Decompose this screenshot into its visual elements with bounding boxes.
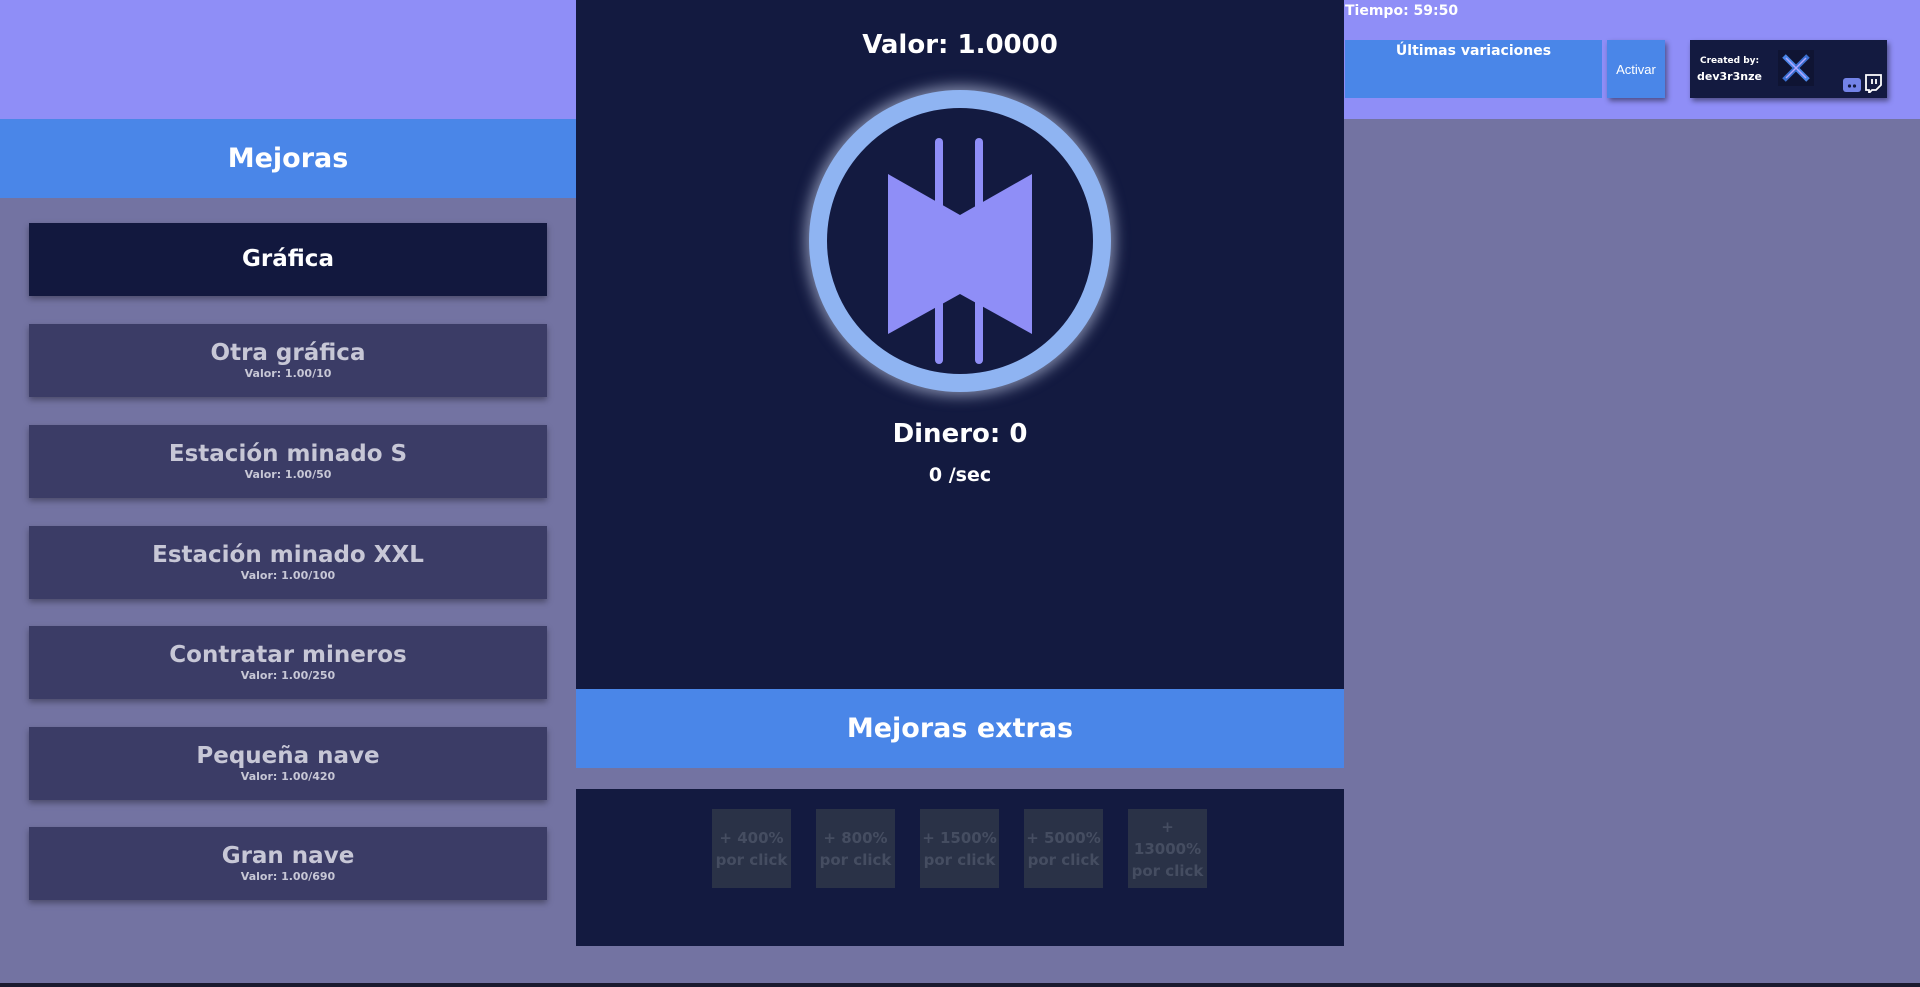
upgrades-header: Mejoras <box>0 119 576 198</box>
upgrade-name: Gran nave <box>221 843 355 869</box>
upgrade-contratar-mineros[interactable]: Contratar mineros Valor: 1.00/250 <box>29 626 547 699</box>
extra-upgrade-unit: por click <box>819 850 892 869</box>
extra-upgrade-unit: por click <box>923 850 996 869</box>
extra-upgrade-button[interactable]: + 5000% por click <box>1024 809 1103 888</box>
extra-upgrade-amount: + 1500% <box>922 828 997 847</box>
money-rate-display: 0 /sec <box>928 464 992 486</box>
upgrade-value: Valor: 1.00/690 <box>240 870 336 883</box>
extra-upgrades-header: Mejoras extras <box>576 689 1344 768</box>
bottom-border <box>0 983 1920 987</box>
upgrades-title: Mejoras <box>227 143 349 174</box>
twitch-icon[interactable] <box>1864 74 1882 96</box>
discord-icon[interactable] <box>1843 78 1861 92</box>
upgrade-pequena-nave[interactable]: Pequeña nave Valor: 1.00/420 <box>29 727 547 800</box>
extra-upgrades-title: Mejoras extras <box>846 713 1074 744</box>
upgrade-estacion-minado-xxl[interactable]: Estación minado XXL Valor: 1.00/100 <box>29 526 547 599</box>
upgrade-grafica[interactable]: Gráfica <box>29 223 547 296</box>
upgrade-value: Valor: 1.00/420 <box>240 770 336 783</box>
timer-text: Tiempo: 59:50 <box>1345 3 1459 19</box>
upgrade-estacion-minado-s[interactable]: Estación minado S Valor: 1.00/50 <box>29 425 547 498</box>
upgrade-value: Valor: 1.00/100 <box>240 569 336 582</box>
upgrade-name: Estación minado S <box>168 441 408 467</box>
money-display: Dinero: 0 <box>892 419 1028 449</box>
extra-upgrade-amount: + 13000% <box>1133 817 1202 858</box>
upgrade-gran-nave[interactable]: Gran nave Valor: 1.00/690 <box>29 827 547 900</box>
extra-upgrade-button[interactable]: + 800% por click <box>816 809 895 888</box>
upgrade-name: Contratar mineros <box>169 642 407 668</box>
latest-variations-panel: Últimas variaciones <box>1345 40 1602 98</box>
upgrade-value: Valor: 1.00/10 <box>244 367 332 380</box>
extra-upgrade-amount: + 400% <box>719 828 784 847</box>
upgrade-name: Pequeña nave <box>196 743 380 769</box>
extra-upgrade-unit: por click <box>1131 861 1204 880</box>
upgrade-value: Valor: 1.00/50 <box>244 468 332 481</box>
crossed-x-logo-icon <box>1778 50 1814 86</box>
latest-variations-title: Últimas variaciones <box>1395 43 1552 59</box>
extra-upgrade-button[interactable]: + 1500% por click <box>920 809 999 888</box>
extra-upgrade-amount: + 800% <box>823 828 888 847</box>
upgrade-name: Estación minado XXL <box>152 542 424 568</box>
upgrade-otra-grafica[interactable]: Otra gráfica Valor: 1.00/10 <box>29 324 547 397</box>
value-display: Valor: 1.0000 <box>862 30 1058 60</box>
credits-author: dev3r3nze <box>1697 70 1762 83</box>
extra-upgrade-button[interactable]: + 400% por click <box>712 809 791 888</box>
extra-upgrade-amount: + 5000% <box>1026 828 1101 847</box>
upgrade-name: Gráfica <box>242 246 334 272</box>
activate-button[interactable]: Activar <box>1607 40 1665 98</box>
extra-upgrade-unit: por click <box>1027 850 1100 869</box>
credits-label: Created by: <box>1700 56 1760 66</box>
credits-card: Created by: dev3r3nze <box>1690 40 1887 98</box>
extra-upgrade-button[interactable]: + 13000% por click <box>1128 809 1207 888</box>
extra-upgrade-unit: por click <box>715 850 788 869</box>
bitcoin-style-coin-icon[interactable] <box>809 90 1111 392</box>
upgrade-name: Otra gráfica <box>210 340 366 366</box>
upgrade-value: Valor: 1.00/250 <box>240 669 336 682</box>
